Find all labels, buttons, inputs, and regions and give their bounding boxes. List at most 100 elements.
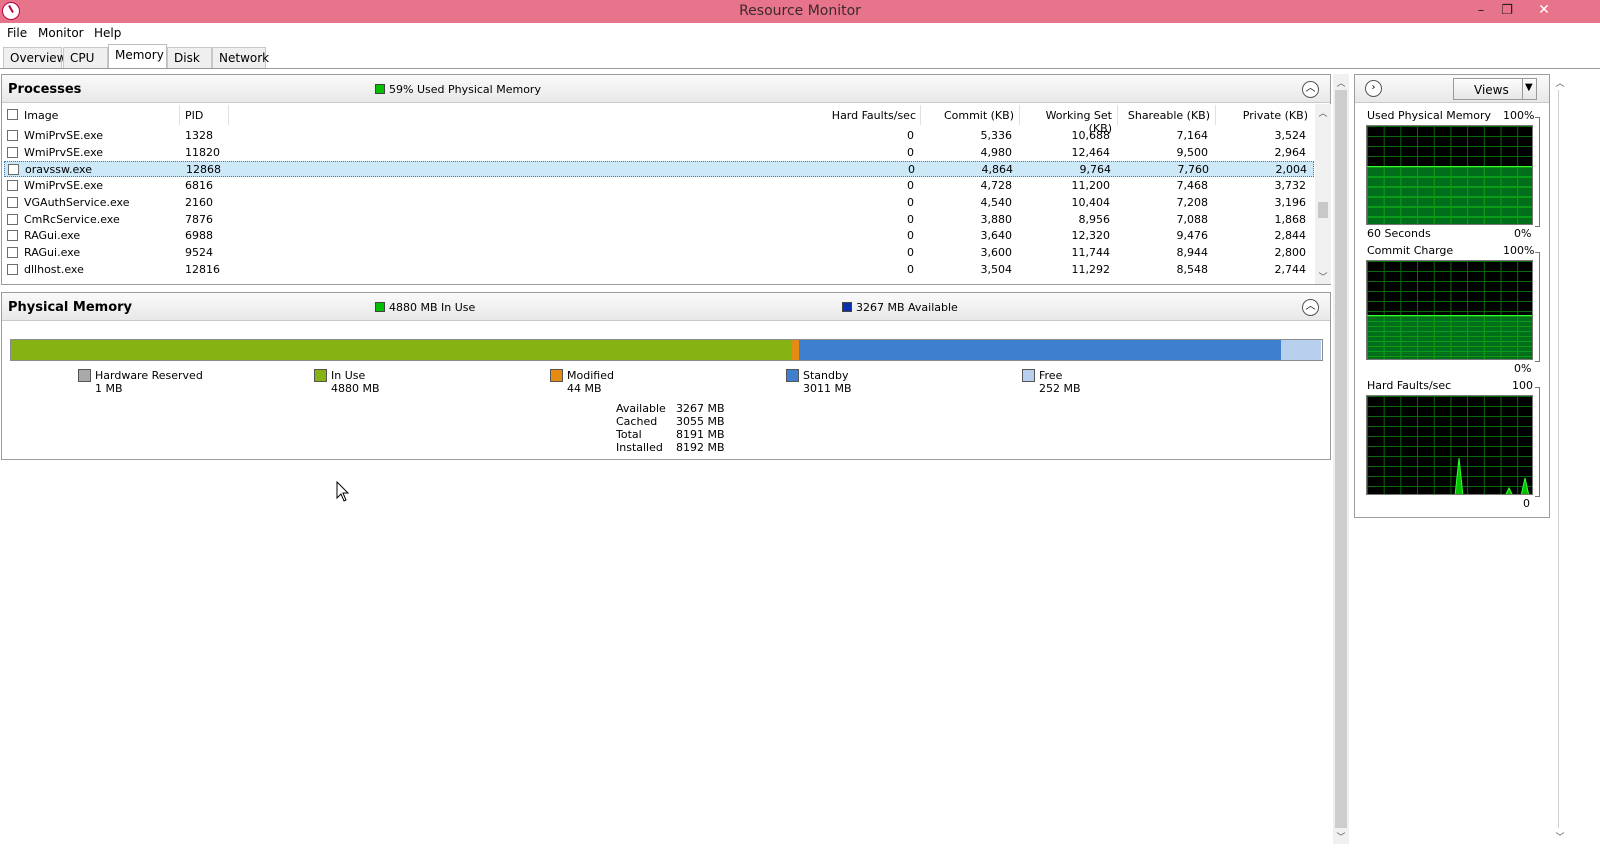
scroll-track: [1558, 90, 1559, 828]
row-checkbox[interactable]: [7, 213, 18, 225]
cell-private: 3,732: [1274, 179, 1307, 193]
legend-value: 4880 MB: [331, 382, 380, 395]
stat-available-value: 3267 MB: [676, 402, 725, 415]
scroll-down-icon[interactable]: ﹀: [1552, 830, 1568, 843]
chevron-down-icon[interactable]: ▼: [1525, 82, 1533, 93]
column-separator[interactable]: [179, 105, 180, 125]
close-button[interactable]: ✕: [1520, 0, 1568, 21]
col-hard-faults[interactable]: Hard Faults/sec: [782, 109, 916, 122]
physical-memory-title: Physical Memory: [8, 300, 133, 315]
menu-file[interactable]: File: [7, 26, 27, 40]
used-memory-summary: 59% Used Physical Memory: [375, 83, 541, 96]
cell-private: 3,196: [1274, 195, 1307, 209]
table-row[interactable]: dllhost.exe 12816 0 3,504 11,292 8,548 2,744: [4, 262, 1314, 278]
collapse-physical-memory-button[interactable]: ︿: [1302, 299, 1319, 316]
legend-swatch: [314, 369, 327, 382]
graph-bracket: [1535, 252, 1540, 362]
restore-button[interactable]: ❐: [1493, 0, 1521, 21]
cell-commit: 3,600: [980, 245, 1013, 259]
tab-network[interactable]: Network: [212, 47, 269, 68]
row-checkbox[interactable]: [7, 146, 18, 158]
column-separator[interactable]: [1215, 105, 1216, 125]
scroll-thumb[interactable]: [1318, 202, 1328, 218]
row-checkbox[interactable]: [7, 130, 18, 141]
cell-hard-faults: 0: [907, 262, 914, 276]
row-checkbox[interactable]: [7, 180, 18, 192]
stat-available-label: Available: [616, 402, 666, 415]
tab-overview[interactable]: Overview: [3, 47, 67, 68]
tab-disk[interactable]: Disk: [167, 47, 212, 68]
legend-label: Free: [1039, 369, 1063, 382]
cell-pid: 9524: [185, 245, 213, 259]
cell-hard-faults: 0: [908, 163, 915, 177]
scroll-up-icon[interactable]: ︿: [1552, 76, 1568, 89]
scroll-thumb[interactable]: [1335, 90, 1347, 828]
row-checkbox[interactable]: [7, 230, 18, 242]
collapse-processes-button[interactable]: ︿: [1302, 81, 1319, 98]
scroll-down-icon[interactable]: ﹀: [1333, 830, 1349, 843]
col-shareable[interactable]: Shareable (KB): [1120, 109, 1210, 122]
window-title: Resource Monitor: [739, 3, 861, 19]
hard-faults-spikes: [1454, 457, 1530, 494]
cell-commit: 3,640: [980, 229, 1013, 243]
table-row[interactable]: oravssw.exe 12868 0 4,864 9,764 7,760 2,004: [4, 161, 1314, 178]
row-checkbox[interactable]: [7, 196, 18, 208]
title-bar: Resource Monitor – ❐ ✕: [0, 0, 1600, 23]
table-row[interactable]: WmiPrvSE.exe 1328 0 5,336 10,688 7,164 3,524: [4, 128, 1314, 144]
column-separator[interactable]: [1117, 105, 1118, 125]
col-commit[interactable]: Commit (KB): [924, 109, 1014, 122]
legend-value: 252 MB: [1039, 382, 1081, 395]
col-image[interactable]: Image: [24, 109, 58, 122]
menu-help[interactable]: Help: [94, 26, 121, 40]
scroll-up-icon[interactable]: ︿: [1315, 106, 1331, 119]
cell-hard-faults: 0: [907, 245, 914, 259]
scroll-up-icon[interactable]: ︿: [1333, 76, 1349, 89]
cell-shareable: 7,088: [1176, 212, 1209, 226]
table-row[interactable]: RAGui.exe 6988 0 3,640 12,320 9,476 2,844: [4, 228, 1314, 244]
cell-shareable: 9,500: [1176, 145, 1209, 159]
col-private[interactable]: Private (KB): [1218, 109, 1308, 122]
select-all-checkbox[interactable]: [7, 109, 18, 120]
cell-commit: 5,336: [980, 129, 1013, 142]
expand-panel-button[interactable]: ›: [1365, 80, 1382, 97]
cell-pid: 12868: [186, 163, 221, 177]
cell-working-set: 10,688: [1071, 129, 1111, 142]
row-checkbox[interactable]: [7, 246, 18, 258]
table-row[interactable]: WmiPrvSE.exe 6816 0 4,728 11,200 7,468 3,732: [4, 178, 1314, 194]
legend-swatch: [550, 369, 563, 382]
main-scrollbar[interactable]: ︿ ﹀: [1333, 74, 1349, 844]
segment-free: [1281, 340, 1321, 360]
graph-title: Used Physical Memory: [1367, 109, 1492, 122]
available-summary: 3267 MB Available: [842, 301, 958, 314]
cell-pid: 6816: [185, 179, 213, 193]
minimize-button[interactable]: –: [1467, 0, 1495, 21]
table-row[interactable]: VGAuthService.exe 2160 0 4,540 10,404 7,208 3,…: [4, 195, 1314, 211]
row-checkbox[interactable]: [7, 263, 18, 275]
commit-charge-graph: [1366, 260, 1533, 360]
table-row[interactable]: RAGui.exe 9524 0 3,600 11,744 8,944 2,800: [4, 245, 1314, 261]
column-separator[interactable]: [920, 105, 921, 125]
processes-scrollbar[interactable]: ︿ ﹀: [1315, 104, 1331, 284]
processes-header[interactable]: Processes 59% Used Physical Memory ︿: [2, 75, 1330, 103]
segment-standby: [799, 340, 1281, 360]
column-separator[interactable]: [228, 105, 229, 125]
row-checkbox[interactable]: [8, 164, 19, 176]
table-row[interactable]: WmiPrvSE.exe 11820 0 4,980 12,464 9,500 2,964: [4, 145, 1314, 161]
cell-working-set: 8,956: [1078, 212, 1111, 226]
menu-monitor[interactable]: Monitor: [38, 26, 84, 40]
segment-modified: [792, 340, 799, 360]
col-pid[interactable]: PID: [185, 109, 203, 122]
side-scrollbar[interactable]: ︿ ﹀: [1552, 74, 1568, 844]
tab-cpu[interactable]: CPU: [63, 47, 108, 68]
column-separator[interactable]: [1019, 105, 1020, 125]
table-row[interactable]: CmRcService.exe 7876 0 3,880 8,956 7,088 1,868: [4, 212, 1314, 228]
cell-shareable: 9,476: [1176, 229, 1209, 243]
scroll-down-icon[interactable]: ﹀: [1315, 270, 1331, 283]
legend-value: 44 MB: [567, 382, 602, 395]
tab-memory[interactable]: Memory: [108, 44, 167, 69]
physical-memory-header[interactable]: Physical Memory 4880 MB In Use 3267 MB A…: [2, 293, 1330, 321]
used-memory-swatch: [375, 84, 385, 94]
cell-hard-faults: 0: [907, 229, 914, 243]
legend-label: Standby: [803, 369, 849, 382]
views-dropdown[interactable]: Views ▼: [1453, 78, 1537, 100]
